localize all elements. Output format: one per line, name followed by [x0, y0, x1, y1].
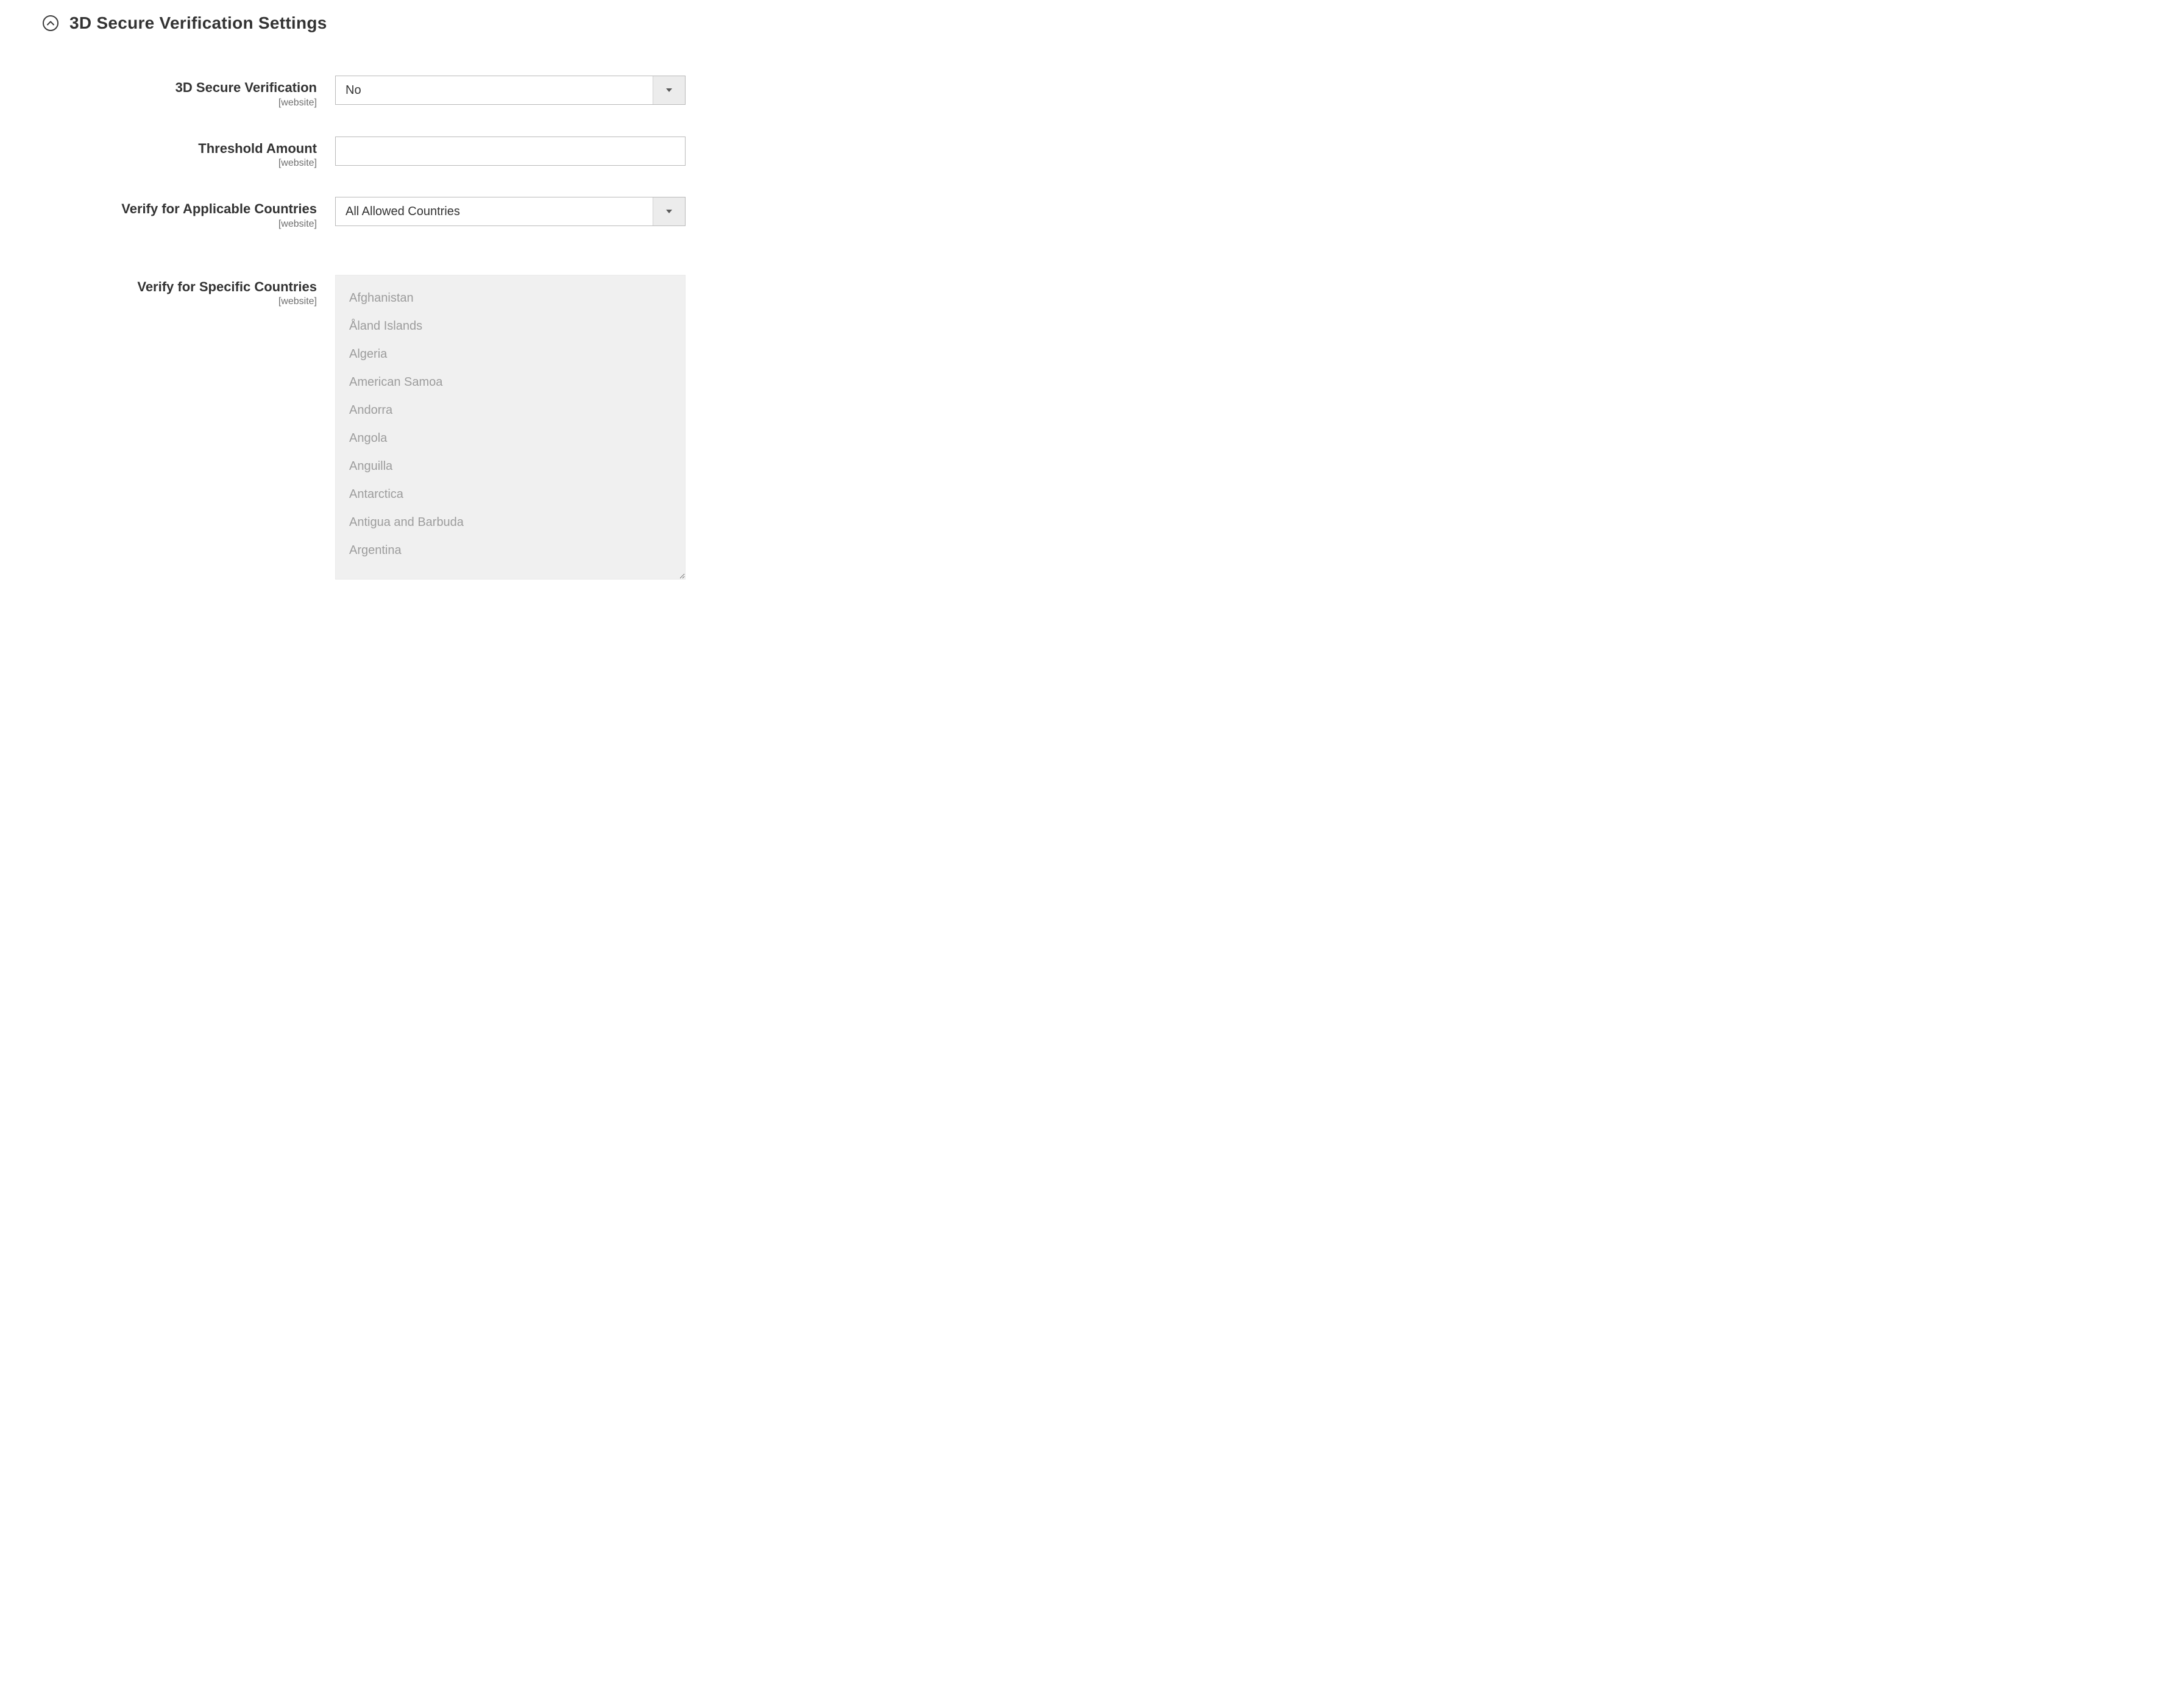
input-threshold-amount[interactable] — [335, 137, 686, 166]
list-item: American Samoa — [336, 368, 685, 396]
multiselect-specific-countries: AfghanistanÅland IslandsAlgeriaAmerican … — [335, 275, 686, 580]
list-item: Antarctica — [336, 480, 685, 508]
select-value: No — [336, 83, 398, 98]
section-header[interactable]: 3D Secure Verification Settings — [43, 13, 689, 33]
field-label-threshold: Threshold Amount — [198, 140, 317, 157]
row-specific-countries: Verify for Specific Countries [website] … — [43, 275, 689, 580]
dropdown-arrow-icon — [653, 76, 685, 104]
multiselect-inner: AfghanistanÅland IslandsAlgeriaAmerican … — [336, 284, 685, 564]
list-item: Anguilla — [336, 452, 685, 480]
scope-tag: [website] — [278, 158, 317, 169]
dropdown-arrow-icon — [653, 197, 685, 225]
list-item: Algeria — [336, 340, 685, 368]
row-3ds-verification: 3D Secure Verification [website] No — [43, 76, 689, 108]
list-item: Argentina — [336, 536, 685, 564]
label-col: Verify for Applicable Countries [website… — [43, 197, 335, 230]
settings-page: 3D Secure Verification Settings 3D Secur… — [0, 0, 731, 616]
field-label-3ds: 3D Secure Verification — [176, 79, 317, 96]
label-col: Threshold Amount [website] — [43, 137, 335, 169]
select-applicable-countries[interactable]: All Allowed Countries — [335, 197, 686, 226]
label-col: Verify for Specific Countries [website] — [43, 275, 335, 308]
form-grid: 3D Secure Verification [website] No Thre… — [43, 76, 689, 580]
control-col: AfghanistanÅland IslandsAlgeriaAmerican … — [335, 275, 686, 580]
list-item: Åland Islands — [336, 312, 685, 340]
list-item: Afghanistan — [336, 284, 685, 312]
label-col: 3D Secure Verification [website] — [43, 76, 335, 108]
select-value: All Allowed Countries — [336, 205, 497, 219]
list-item: Angola — [336, 424, 685, 452]
field-label-applicable-countries: Verify for Applicable Countries — [121, 200, 317, 218]
control-col: All Allowed Countries — [335, 197, 686, 226]
scope-tag: [website] — [278, 219, 317, 230]
row-threshold-amount: Threshold Amount [website] — [43, 137, 689, 169]
select-3ds-verification[interactable]: No — [335, 76, 686, 105]
field-label-specific-countries: Verify for Specific Countries — [137, 278, 317, 296]
row-applicable-countries: Verify for Applicable Countries [website… — [43, 197, 689, 230]
collapse-toggle-icon[interactable] — [43, 15, 58, 31]
list-item: Antigua and Barbuda — [336, 508, 685, 536]
control-col: No — [335, 76, 686, 105]
scope-tag: [website] — [278, 98, 317, 108]
section-title: 3D Secure Verification Settings — [69, 13, 327, 33]
scope-tag: [website] — [278, 296, 317, 307]
control-col — [335, 137, 686, 166]
list-item: Andorra — [336, 396, 685, 424]
